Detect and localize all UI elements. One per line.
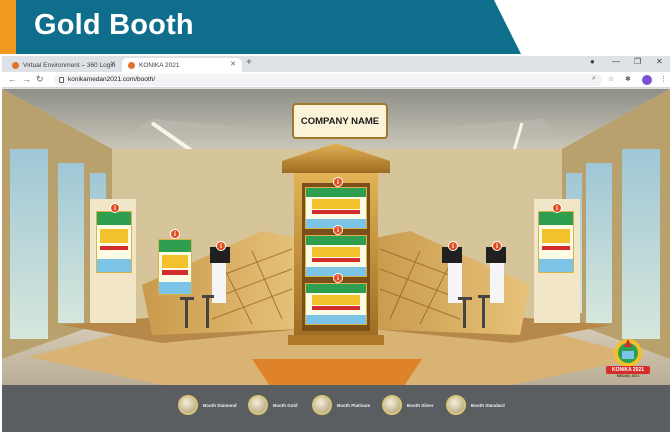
badge-subtitle: MEDAN, 2021 <box>616 374 640 378</box>
browser-window: Virtual Environment – 360 Login ✕ KONIKA… <box>2 56 670 432</box>
tab-close-icon[interactable]: ✕ <box>230 60 236 68</box>
info-marker-icon[interactable]: i <box>448 241 458 251</box>
booth-navigation-bar: Booth Diamond Booth Gold Booth Platinum … <box>2 385 670 432</box>
new-tab-icon[interactable]: + <box>246 57 252 68</box>
minimize-icon[interactable]: — <box>612 57 620 66</box>
zoom-icon[interactable]: ⌕ <box>592 75 596 83</box>
favicon-icon <box>12 61 19 69</box>
info-marker-icon[interactable]: i <box>170 229 180 239</box>
info-marker-icon[interactable]: i <box>216 241 226 251</box>
nav-booth-gold[interactable]: Booth Gold <box>248 394 298 416</box>
badge-label: KONIKA 2021 <box>606 366 650 374</box>
info-marker-icon[interactable]: i <box>110 203 120 213</box>
title-accent <box>0 0 16 54</box>
info-marker-icon[interactable]: i <box>492 241 502 251</box>
konika-badge[interactable]: KONIKA 2021 MEDAN, 2021 <box>606 335 650 381</box>
profile-avatar[interactable] <box>642 75 652 85</box>
poster-tower-bottom[interactable] <box>305 283 367 325</box>
close-window-icon[interactable]: ✕ <box>656 57 663 66</box>
booth-gold-icon <box>248 395 268 415</box>
info-marker-icon[interactable]: i <box>333 177 343 187</box>
tab-strip: Virtual Environment – 360 Login ✕ KONIKA… <box>2 56 670 72</box>
booth-silver-icon <box>382 395 402 415</box>
nav-booth-standard[interactable]: Booth Standard <box>446 394 505 416</box>
tab-close-icon[interactable]: ✕ <box>110 60 116 68</box>
nav-booth-diamond[interactable]: Booth Diamond <box>178 394 237 416</box>
bookmark-star-icon[interactable]: ☆ <box>608 75 614 83</box>
badge-emblem-graphic <box>614 339 642 367</box>
info-marker-icon[interactable]: i <box>333 225 343 235</box>
browser-toolbar: ← → ↻ konikamedan2021.com/booth/ ⌕ ☆ ✱ ⋮ <box>2 72 670 88</box>
nav-booth-silver[interactable]: Booth Silver <box>382 394 434 416</box>
media-icon[interactable]: ● <box>590 57 595 66</box>
nav-label: Booth Diamond <box>203 402 237 408</box>
nav-label: Booth Standard <box>471 402 505 408</box>
info-marker-icon[interactable]: i <box>333 273 343 283</box>
booth-standard-icon <box>446 395 466 415</box>
nav-label: Booth Gold <box>273 402 298 408</box>
address-bar[interactable]: konikamedan2021.com/booth/ <box>54 74 602 86</box>
poster-tower-top[interactable] <box>305 187 367 229</box>
back-icon[interactable]: ← <box>8 74 17 84</box>
extensions-icon[interactable]: ✱ <box>625 75 631 83</box>
menu-kebab-icon[interactable]: ⋮ <box>660 75 667 83</box>
nav-label: Booth Silver <box>407 402 434 408</box>
nav-label: Booth Platinum <box>337 402 371 408</box>
forward-icon[interactable]: → <box>22 74 31 84</box>
lock-icon <box>59 77 64 83</box>
info-marker-icon[interactable]: i <box>552 203 562 213</box>
tab-konika[interactable]: KONIKA 2021 ✕ <box>122 58 242 72</box>
company-name-sign: COMPANY NAME <box>292 103 388 139</box>
slide: Gold Booth Virtual Environment – 360 Log… <box>0 0 672 432</box>
booth-diamond-icon <box>178 395 198 415</box>
nav-booth-platinum[interactable]: Booth Platinum <box>312 394 370 416</box>
tab-virtual-environment[interactable]: Virtual Environment – 360 Login ✕ <box>6 58 122 72</box>
poster-right-pillar[interactable] <box>538 211 574 273</box>
restore-icon[interactable]: ❐ <box>634 57 641 66</box>
favicon-icon <box>128 61 135 69</box>
booth-viewport[interactable]: COMPANY NAME i i i i i i i i i KONIKA 20… <box>2 89 670 432</box>
poster-left-wing[interactable] <box>158 239 192 295</box>
poster-left-pillar[interactable] <box>96 211 132 273</box>
tab-label: KONIKA 2021 <box>139 61 180 69</box>
poster-tower-middle[interactable] <box>305 235 367 277</box>
booth-platinum-icon <box>312 395 332 415</box>
reload-icon[interactable]: ↻ <box>36 74 44 85</box>
tab-label: Virtual Environment – 360 Login <box>23 61 116 69</box>
url-text: konikamedan2021.com/booth/ <box>68 76 156 83</box>
slide-title: Gold Booth <box>34 9 194 41</box>
title-banner: Gold Booth <box>0 0 672 54</box>
